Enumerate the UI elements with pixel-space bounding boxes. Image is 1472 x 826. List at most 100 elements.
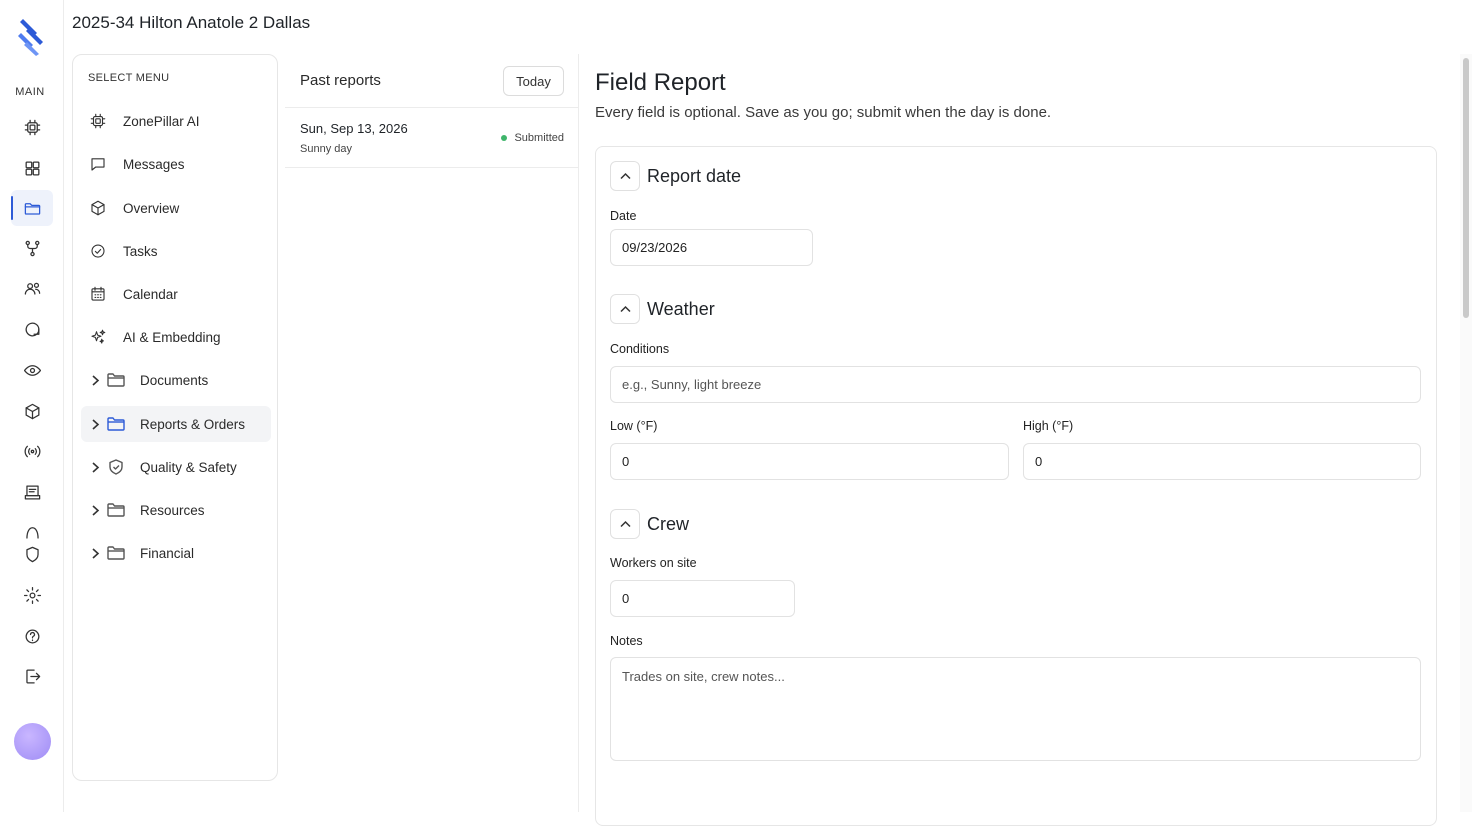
date-field[interactable]: [610, 229, 813, 266]
rail-item-dashboard[interactable]: [11, 150, 53, 186]
menu-item-quality-safety[interactable]: Quality & Safety: [81, 449, 271, 485]
rail-item-ai[interactable]: [11, 109, 53, 145]
today-button[interactable]: Today: [503, 66, 564, 96]
page-subtitle: Every field is optional. Save as you go;…: [595, 104, 1052, 121]
rail-item-settings[interactable]: [11, 577, 53, 613]
grid-icon: [25, 161, 39, 175]
chevron-up-icon: [619, 520, 631, 528]
status-dot-icon: [501, 135, 508, 141]
app-logo-icon[interactable]: [17, 16, 47, 56]
menu-item-documents[interactable]: Documents: [81, 362, 271, 398]
rail-item-chat[interactable]: [11, 311, 53, 347]
gear-icon: [23, 586, 41, 604]
chat-icon: [25, 322, 39, 336]
report-date: Sun, Sep 13, 2026: [300, 121, 408, 136]
section-title: Report date: [647, 165, 742, 186]
folder-icon: [107, 502, 125, 518]
rail-section-label: MAIN: [15, 86, 45, 98]
icon-rail: MAIN: [0, 0, 64, 812]
low-temp-label: Low (°F): [610, 419, 658, 433]
chevron-right-icon: [91, 418, 101, 430]
rail-item-security[interactable]: [11, 536, 53, 572]
select-menu-panel: SELECT MENU ZonePillar AI Messages Overv…: [72, 54, 278, 781]
chevron-up-icon: [619, 305, 631, 313]
menu-caption: SELECT MENU: [88, 72, 170, 84]
user-avatar[interactable]: [14, 723, 51, 760]
past-reports-title: Past reports: [300, 72, 381, 89]
high-temp-label: High (°F): [1023, 419, 1074, 433]
low-temp-field[interactable]: [610, 443, 1009, 480]
folder-icon: [107, 545, 125, 561]
menu-item-label: Messages: [123, 156, 185, 172]
section-header-weather: Weather: [610, 294, 715, 324]
menu-item-label: Tasks: [123, 243, 158, 259]
section-header-report-date: Report date: [610, 161, 741, 191]
rail-item-models[interactable]: [11, 393, 53, 429]
menu-item-reports-orders[interactable]: Reports & Orders: [81, 406, 271, 442]
form-card: Report date Date Weather Conditions Low …: [595, 146, 1437, 826]
folder-icon: [24, 202, 40, 215]
menu-item-label: Calendar: [123, 286, 178, 302]
menu-item-label: Resources: [140, 502, 205, 518]
chevron-right-icon: [91, 504, 101, 516]
workers-label: Workers on site: [610, 556, 697, 570]
branch-icon: [25, 240, 39, 256]
menu-item-label: ZonePillar AI: [123, 113, 200, 129]
collapse-crew-button[interactable]: [610, 509, 640, 539]
project-title: 2025-34 Hilton Anatole 2 Dallas: [72, 13, 311, 32]
broadcast-icon: [24, 445, 40, 457]
conditions-label: Conditions: [610, 342, 670, 356]
section-title: Crew: [647, 513, 690, 534]
menu-item-tasks[interactable]: Tasks: [81, 233, 271, 269]
menu-item-zonepillar-ai[interactable]: ZonePillar AI: [81, 103, 271, 139]
status-badge: Submitted: [501, 132, 564, 144]
menu-item-label: Overview: [123, 200, 180, 216]
menu-item-financial[interactable]: Financial: [81, 535, 271, 571]
chip-icon: [89, 112, 107, 130]
rail-item-sensors[interactable]: [11, 433, 53, 469]
menu-item-label: Reports & Orders: [140, 416, 246, 432]
high-temp-field[interactable]: [1023, 443, 1421, 480]
check-circle-icon: [89, 242, 107, 260]
sparkles-icon: [89, 328, 107, 346]
rail-item-team[interactable]: [11, 270, 53, 306]
notes-label: Notes: [610, 634, 643, 648]
collapse-report-date-button[interactable]: [610, 161, 640, 191]
chevron-up-icon: [619, 172, 631, 180]
menu-item-label: Financial: [140, 545, 195, 561]
past-reports-panel: Past reports Today Sun, Sep 13, 2026 Sun…: [285, 54, 579, 812]
menu-item-overview[interactable]: Overview: [81, 190, 271, 226]
field-report-form: Field Report Every field is optional. Sa…: [580, 54, 1460, 826]
logout-icon: [25, 669, 40, 683]
past-report-item[interactable]: Sun, Sep 13, 2026 Sunny day Submitted: [285, 108, 579, 168]
rail-item-reports[interactable]: [11, 474, 53, 510]
menu-item-calendar[interactable]: Calendar: [81, 276, 271, 312]
cube-icon: [25, 403, 39, 419]
section-title: Weather: [647, 298, 715, 319]
notes-field[interactable]: [610, 657, 1421, 761]
rail-item-view[interactable]: [11, 352, 53, 388]
message-icon: [89, 155, 107, 173]
rail-item-logout[interactable]: [11, 658, 53, 694]
collapse-weather-button[interactable]: [610, 294, 640, 324]
chevron-right-icon: [91, 547, 101, 559]
workers-field[interactable]: [610, 580, 795, 617]
menu-item-resources[interactable]: Resources: [81, 492, 271, 528]
rail-item-help[interactable]: [11, 618, 53, 654]
chip-icon: [24, 119, 40, 135]
menu-item-ai-embedding[interactable]: AI & Embedding: [81, 319, 271, 355]
shield-icon: [25, 546, 39, 562]
document-icon: [24, 485, 40, 499]
folder-icon: [107, 416, 125, 432]
help-icon: [25, 629, 39, 643]
rail-item-projects[interactable]: [11, 190, 53, 226]
menu-item-label: Documents: [140, 372, 209, 388]
conditions-field[interactable]: [610, 366, 1421, 403]
main-scrollbar[interactable]: [1460, 54, 1472, 812]
scrollbar-thumb[interactable]: [1463, 58, 1469, 318]
eye-icon: [23, 364, 41, 376]
rail-item-workflows[interactable]: [11, 230, 53, 266]
menu-item-messages[interactable]: Messages: [81, 146, 271, 182]
calendar-icon: [89, 285, 107, 303]
shield-check-icon: [107, 459, 125, 475]
